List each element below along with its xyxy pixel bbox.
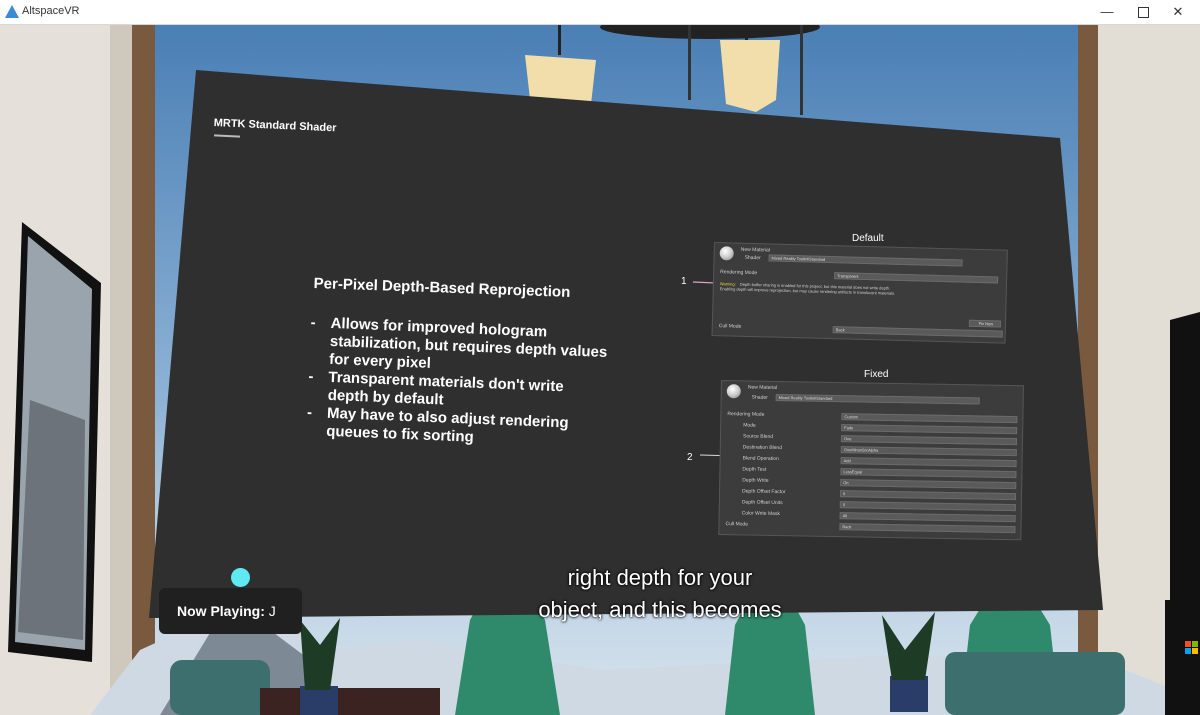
rendering-mode-label: Rendering Mode xyxy=(720,269,758,277)
altspacevr-logo-icon xyxy=(5,5,19,18)
now-playing-label: Now Playing: xyxy=(177,603,265,619)
fix-now-button[interactable]: Fix Now xyxy=(968,319,1002,328)
material-sphere-icon xyxy=(719,246,734,261)
cull-mode-label: Cull Mode xyxy=(725,521,749,528)
depth-test-dropdown[interactable]: LessEqual xyxy=(840,468,1017,479)
shader-label: Shader xyxy=(751,394,768,401)
window-title: AltspaceVR xyxy=(22,5,80,17)
depth-test-label: Depth Test xyxy=(742,466,767,473)
material-sphere-icon xyxy=(726,384,741,399)
depth-write-label: Depth Write xyxy=(742,477,769,484)
fixed-label: Fixed xyxy=(864,369,889,380)
microsoft-logo-icon xyxy=(1185,641,1199,655)
callout-number-2: 2 xyxy=(687,452,693,463)
shader-label: Shader xyxy=(744,254,761,262)
now-playing-value: J xyxy=(268,603,276,619)
source-blend-label: Source Blend xyxy=(742,433,774,440)
color-write-mask-dropdown[interactable]: All xyxy=(839,512,1016,523)
color-write-mask-label: Color Write Mask xyxy=(741,510,780,518)
depth-offset-units-field[interactable]: 0 xyxy=(839,501,1016,512)
slide-bullet-list: - Allows for improved hologram stabilizat… xyxy=(304,314,609,452)
material-name: New Material xyxy=(740,246,771,254)
cull-mode-dropdown[interactable]: Back xyxy=(839,523,1016,534)
blend-operation-dropdown[interactable]: Add xyxy=(840,457,1017,468)
subtitle-caption: right depth for your object, and this be… xyxy=(470,562,850,626)
cull-mode-dropdown[interactable]: Back xyxy=(832,326,1003,338)
close-button[interactable]: ✕ xyxy=(1155,0,1200,24)
callout-number-1: 1 xyxy=(681,276,687,287)
maximize-icon xyxy=(1137,7,1149,19)
inspector-default-panel: New Material Shader Mixed Reality Toolki… xyxy=(711,242,1008,344)
cull-mode-label: Cull Mode xyxy=(718,323,742,330)
destination-blend-dropdown[interactable]: OneMinusSrcAlpha xyxy=(840,446,1017,457)
rendering-mode-dropdown[interactable]: Transparent xyxy=(834,272,999,284)
inspector-fixed-panel: New Material Shader Mixed Reality Toolki… xyxy=(718,380,1024,541)
title-bar: AltspaceVR — ✕ xyxy=(0,0,1200,25)
mode-dropdown[interactable]: Fade xyxy=(841,424,1018,435)
mode-label: Mode xyxy=(743,422,756,429)
depth-offset-factor-field[interactable]: 0 xyxy=(839,490,1017,501)
caption-line-1: right depth for your xyxy=(567,565,753,590)
shader-dropdown[interactable]: Mixed Reality Toolkit/Standard xyxy=(775,393,980,405)
caption-line-2: object, and this becomes xyxy=(538,597,782,622)
now-playing-panel[interactable]: Now Playing: J xyxy=(159,588,302,634)
depth-offset-units-label: Depth Offset Units xyxy=(741,499,783,507)
rendering-mode-label: Rendering Mode xyxy=(727,411,765,418)
bullet-text: Allows for improved hologram stabilizati… xyxy=(328,314,608,372)
vr-scene[interactable]: MRTK Standard Shader Per-Pixel Depth-Bas… xyxy=(0,25,1200,715)
depth-offset-factor-label: Depth Offset Factor xyxy=(742,488,786,496)
material-name: New Material xyxy=(747,384,778,391)
status-indicator-dot xyxy=(231,568,250,587)
rendering-mode-dropdown[interactable]: Custom xyxy=(841,413,1018,424)
shader-dropdown[interactable]: Mixed Reality Toolkit/Standard xyxy=(768,254,963,267)
source-blend-dropdown[interactable]: One xyxy=(840,435,1018,446)
blend-operation-label: Blend Operation xyxy=(742,455,779,463)
depth-write-dropdown[interactable]: On xyxy=(840,479,1017,490)
bullet-marker: - xyxy=(310,314,316,332)
default-label: Default xyxy=(852,233,884,244)
destination-blend-label: Destination Blend xyxy=(742,444,783,452)
bullet-marker: - xyxy=(308,368,314,386)
bullet-marker: - xyxy=(306,404,313,422)
